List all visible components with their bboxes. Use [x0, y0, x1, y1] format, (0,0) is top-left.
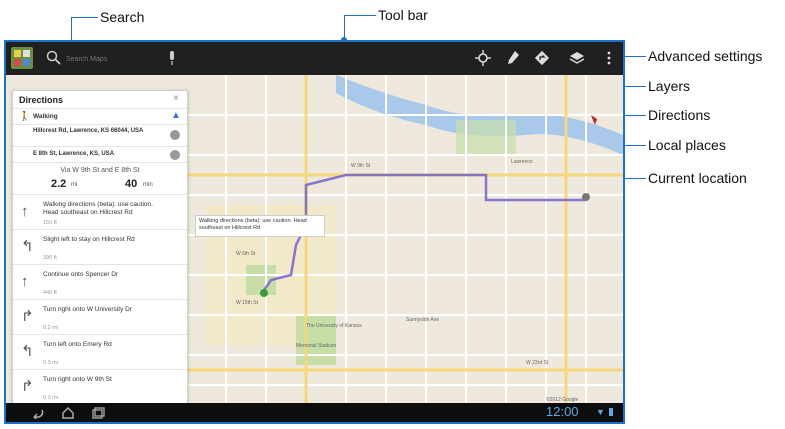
search-input[interactable]: [64, 51, 158, 67]
turn-arrow-icon: ↱: [21, 378, 34, 395]
step-text: Slight left to stay on Hillcrest Rd: [43, 236, 135, 243]
leader-search-h: [71, 17, 98, 18]
callout-layers: Layers: [648, 78, 691, 94]
directions-panel: Directions × 🚶 Walking ▲ Hillcrest Rd, L…: [12, 90, 188, 406]
walking-icon: 🚶: [19, 111, 31, 121]
callout-search: Search: [100, 9, 145, 25]
direction-step[interactable]: ↱ Turn right onto W 9th St 0.3 mi: [13, 369, 187, 404]
travel-mode-row[interactable]: 🚶 Walking ▲: [13, 108, 187, 124]
callout-local-places: Local places: [648, 137, 726, 153]
navigate-arrow-icon[interactable]: ▲: [171, 110, 181, 121]
home-icon[interactable]: [61, 407, 75, 419]
directions-icon[interactable]: [534, 50, 550, 66]
step-distance: 150 ft: [43, 220, 57, 226]
step-text: Walking directions (beta): use caution. …: [43, 201, 153, 216]
step-distance: 0.3 mi: [43, 360, 58, 366]
map-label-w23: W 23rd St: [526, 360, 549, 366]
step-distance: 390 ft: [43, 255, 57, 261]
back-icon[interactable]: [31, 407, 45, 419]
wifi-icon: ▼: [596, 407, 605, 417]
map-label-sunnyside: Sunnyside Ave: [406, 317, 439, 323]
callout-advanced-settings: Advanced settings: [648, 48, 763, 64]
route-via: Via W 9th St and E 8th St: [60, 167, 140, 174]
current-location-icon[interactable]: [475, 50, 491, 66]
step-distance: 440 ft: [43, 290, 57, 296]
overflow-menu-icon[interactable]: [604, 50, 614, 66]
step-text: Turn right onto W University Dr: [43, 306, 132, 313]
close-icon[interactable]: ×: [173, 93, 179, 104]
route-time: 40: [125, 178, 138, 190]
direction-step[interactable]: ↱ Turn right onto W University Dr 0.2 mi: [13, 299, 187, 334]
search-icon[interactable]: [46, 50, 62, 66]
map-label-w15: W 15th St: [236, 300, 258, 306]
direction-step[interactable]: ↑ Continue onto Spencer Dr 440 ft: [13, 264, 187, 299]
route-summary: Via W 9th St and E 8th St 2.2 mi 40 min: [13, 162, 187, 194]
map-label-w9: W 9th St: [351, 163, 371, 169]
route-distance-unit: mi: [71, 182, 78, 188]
step-text: Continue onto Spencer Dr: [43, 271, 119, 278]
device-screen: Lawrence W 6th St W 9th St W 15th St W 2…: [4, 40, 625, 424]
turn-arrow-icon: ↑: [21, 273, 29, 290]
swap-destination-icon[interactable]: [170, 150, 180, 160]
leader-toolbar-h: [344, 15, 376, 16]
turn-arrow-icon: ↑: [21, 203, 29, 220]
callout-toolbar: Tool bar: [378, 7, 428, 23]
destination-field[interactable]: E 8th St, Lawrence, KS, USA: [33, 151, 114, 157]
maps-logo-icon[interactable]: [11, 47, 33, 69]
direction-step[interactable]: ↰ Slight left to stay on Hillcrest Rd 390 …: [13, 229, 187, 264]
route-info-bubble[interactable]: Walking directions (beta): use caution. …: [195, 215, 325, 237]
direction-step[interactable]: ↑ Walking directions (beta): use caution.…: [13, 194, 187, 229]
step-text: Turn left onto Emery Rd: [43, 341, 112, 348]
origin-field[interactable]: Hillcrest Rd, Lawrence, KS 66044, USA: [33, 128, 158, 135]
callout-directions: Directions: [648, 107, 711, 123]
map-label-stadium: Memorial Stadium: [296, 343, 337, 349]
toolbar: [6, 42, 623, 75]
battery-icon: [609, 408, 613, 416]
directions-title: Directions: [19, 95, 64, 105]
map-label-w6: W 6th St: [236, 251, 256, 257]
layers-icon[interactable]: [569, 50, 585, 66]
local-places-icon[interactable]: [505, 50, 521, 66]
turn-arrow-icon: ↰: [21, 343, 34, 360]
direction-step[interactable]: ↰ Turn left onto Emery Rd 0.3 mi: [13, 334, 187, 369]
origin-row[interactable]: Hillcrest Rd, Lawrence, KS 66044, USA: [13, 124, 187, 146]
system-navbar: 12:00 ▼: [6, 403, 623, 422]
status-time: 12:00: [546, 404, 579, 419]
destination-row[interactable]: E 8th St, Lawrence, KS, USA: [13, 146, 187, 162]
recent-apps-icon[interactable]: [91, 407, 105, 419]
step-text: Turn right onto W 9th St: [43, 376, 112, 383]
step-distance: 0.3 mi: [43, 395, 58, 401]
leader-toolbar-v: [344, 15, 345, 40]
map-label-university: The University of Kansas: [306, 323, 362, 329]
callout-current-location: Current location: [648, 170, 747, 186]
microphone-icon[interactable]: [167, 50, 177, 66]
route-time-unit: min: [143, 182, 153, 188]
travel-mode-label: Walking: [33, 113, 58, 120]
swap-origin-icon[interactable]: [170, 130, 180, 140]
route-info-bubble-text: Walking directions (beta): use caution. …: [199, 218, 307, 231]
turn-arrow-icon: ↱: [21, 308, 34, 325]
turn-arrow-icon: ↰: [21, 238, 34, 255]
route-distance: 2.2: [51, 178, 67, 190]
map-label-lawrence: Lawrence: [511, 159, 533, 165]
step-distance: 0.2 mi: [43, 325, 58, 331]
